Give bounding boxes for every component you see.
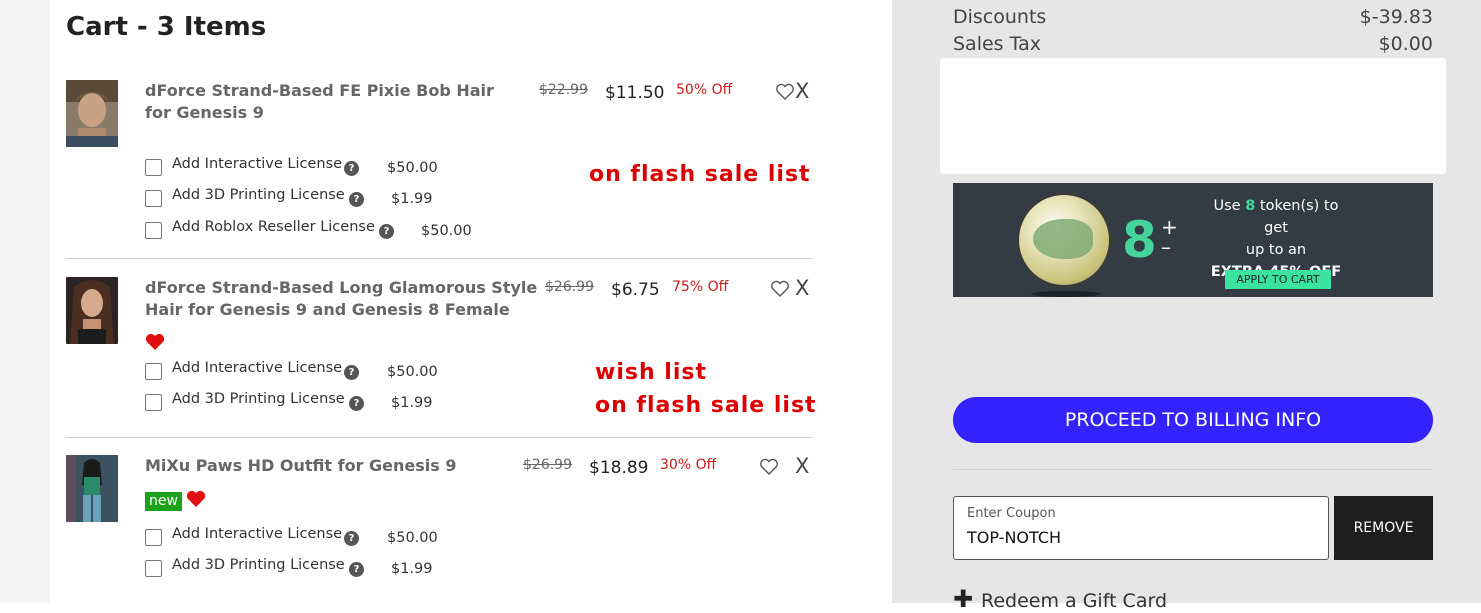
help-icon[interactable]: ?: [379, 224, 394, 239]
cart-panel: Cart - 3 Items dForce Strand-Based FE Pi…: [50, 0, 892, 603]
discount-label: 30% Off: [660, 457, 717, 473]
token-text-count: 8: [1245, 198, 1256, 214]
sale-price: $6.75: [611, 280, 660, 300]
license-option[interactable]: Add 3D Printing License ? $1.99: [145, 557, 545, 578]
license-checkbox[interactable]: [145, 560, 162, 577]
new-badge: new: [145, 492, 182, 511]
annotation-flash-sale: on flash sale list: [589, 162, 811, 187]
item-divider: [66, 258, 812, 259]
product-thumbnail[interactable]: [66, 455, 118, 522]
discount-label: 50% Off: [676, 82, 733, 98]
left-gutter: [0, 0, 50, 603]
sales-tax-row: Sales Tax $0.00: [953, 33, 1433, 55]
original-price: $26.99: [523, 457, 572, 473]
original-price: $22.99: [539, 82, 588, 98]
coin-shadow: [1031, 291, 1101, 297]
heart-outline-icon[interactable]: [759, 458, 779, 476]
token-text-after: token(s) to get: [1259, 198, 1339, 236]
remove-coupon-button[interactable]: REMOVE: [1334, 496, 1433, 560]
gift-card-label: Redeem a Gift Card: [981, 590, 1168, 612]
coupon-field[interactable]: Enter Coupon: [953, 496, 1329, 560]
license-price: $1.99: [391, 395, 433, 411]
cart-item: MiXu Paws HD Outfit for Genesis 9 $26.99…: [66, 454, 812, 603]
product-thumbnail[interactable]: [66, 277, 118, 344]
help-icon[interactable]: ?: [344, 531, 359, 546]
product-name[interactable]: dForce Strand-Based Long Glamorous Style…: [145, 277, 545, 321]
help-icon[interactable]: ?: [349, 562, 364, 577]
license-price: $50.00: [387, 530, 438, 546]
license-checkbox[interactable]: [145, 222, 162, 239]
discounts-label: Discounts: [953, 6, 1047, 28]
help-icon[interactable]: ?: [344, 365, 359, 380]
license-checkbox[interactable]: [145, 190, 162, 207]
license-label: Add Interactive License: [172, 360, 343, 376]
license-option[interactable]: Add Interactive License ? $50.00: [145, 156, 545, 177]
coin-face: [1033, 219, 1093, 259]
annotation-wish-list: wish list: [595, 360, 707, 385]
token-text-line2: up to an: [1245, 242, 1307, 258]
redeem-gift-card-toggle[interactable]: ✚ Redeem a Gift Card: [953, 585, 1167, 613]
discounts-row: Discounts $-39.83: [953, 6, 1433, 28]
help-icon[interactable]: ?: [349, 396, 364, 411]
license-checkbox[interactable]: [145, 394, 162, 411]
help-icon[interactable]: ?: [349, 192, 364, 207]
product-name[interactable]: MiXu Paws HD Outfit for Genesis 9: [145, 455, 525, 477]
license-label: Add 3D Printing License: [172, 391, 345, 407]
plus-icon: ✚: [953, 585, 974, 613]
minus-icon[interactable]: –: [1161, 235, 1171, 259]
heart-outline-icon[interactable]: [770, 280, 790, 298]
license-label: Add Roblox Reseller License: [172, 219, 375, 235]
license-checkbox[interactable]: [145, 529, 162, 546]
annotation-flash-sale: on flash sale list: [595, 393, 817, 418]
remove-item-button[interactable]: X: [795, 276, 809, 300]
apply-to-cart-button[interactable]: APPLY TO CART: [1225, 270, 1331, 289]
heart-filled-icon: [145, 333, 165, 351]
license-option[interactable]: Add 3D Printing License ? $1.99: [145, 391, 545, 412]
summary-divider: [953, 469, 1433, 470]
token-banner: 8 + – Use 8 token(s) to get up to an EXT…: [953, 183, 1433, 297]
license-price: $50.00: [421, 223, 472, 239]
license-label: Add Interactive License: [172, 526, 343, 542]
license-price: $50.00: [387, 160, 438, 176]
heart-filled-icon: [186, 490, 206, 508]
token-coin-icon: [1019, 195, 1109, 285]
license-option[interactable]: Add 3D Printing License ? $1.99: [145, 187, 545, 208]
discount-label: 75% Off: [672, 279, 729, 295]
token-text-before: Use: [1213, 198, 1241, 214]
license-label: Add 3D Printing License: [172, 187, 345, 203]
heart-outline-icon[interactable]: [775, 83, 795, 101]
license-option[interactable]: Add Interactive License ? $50.00: [145, 526, 545, 547]
coupon-label: Enter Coupon: [967, 506, 1056, 521]
license-checkbox[interactable]: [145, 159, 162, 176]
token-count: 8: [1122, 211, 1157, 269]
license-option[interactable]: Add Roblox Reseller License ? $50.00: [145, 219, 565, 240]
product-thumbnail[interactable]: [66, 80, 118, 147]
remove-item-button[interactable]: X: [795, 454, 809, 478]
coupon-input[interactable]: [967, 528, 1307, 547]
sale-price: $11.50: [605, 83, 665, 103]
license-label: Add Interactive License: [172, 156, 343, 172]
license-price: $50.00: [387, 364, 438, 380]
original-price: $26.99: [545, 279, 594, 295]
sale-price: $18.89: [589, 458, 649, 478]
license-price: $1.99: [391, 191, 433, 207]
license-label: Add 3D Printing License: [172, 557, 345, 573]
license-option[interactable]: Add Interactive License ? $50.00: [145, 360, 545, 381]
order-summary-panel: Discounts $-39.83 Sales Tax $0.00 8 + – …: [892, 0, 1481, 613]
discounts-value: $-39.83: [1359, 6, 1433, 28]
license-checkbox[interactable]: [145, 363, 162, 380]
proceed-to-billing-button[interactable]: PROCEED TO BILLING INFO: [953, 397, 1433, 443]
sales-tax-label: Sales Tax: [953, 33, 1041, 55]
item-divider: [66, 437, 812, 438]
sales-tax-value: $0.00: [1378, 33, 1433, 55]
remove-item-button[interactable]: X: [795, 79, 809, 103]
help-icon[interactable]: ?: [344, 161, 359, 176]
product-name[interactable]: dForce Strand-Based FE Pixie Bob Hair fo…: [145, 80, 525, 124]
cart-title: Cart - 3 Items: [66, 12, 267, 42]
summary-blank-box: [940, 58, 1446, 174]
license-price: $1.99: [391, 561, 433, 577]
